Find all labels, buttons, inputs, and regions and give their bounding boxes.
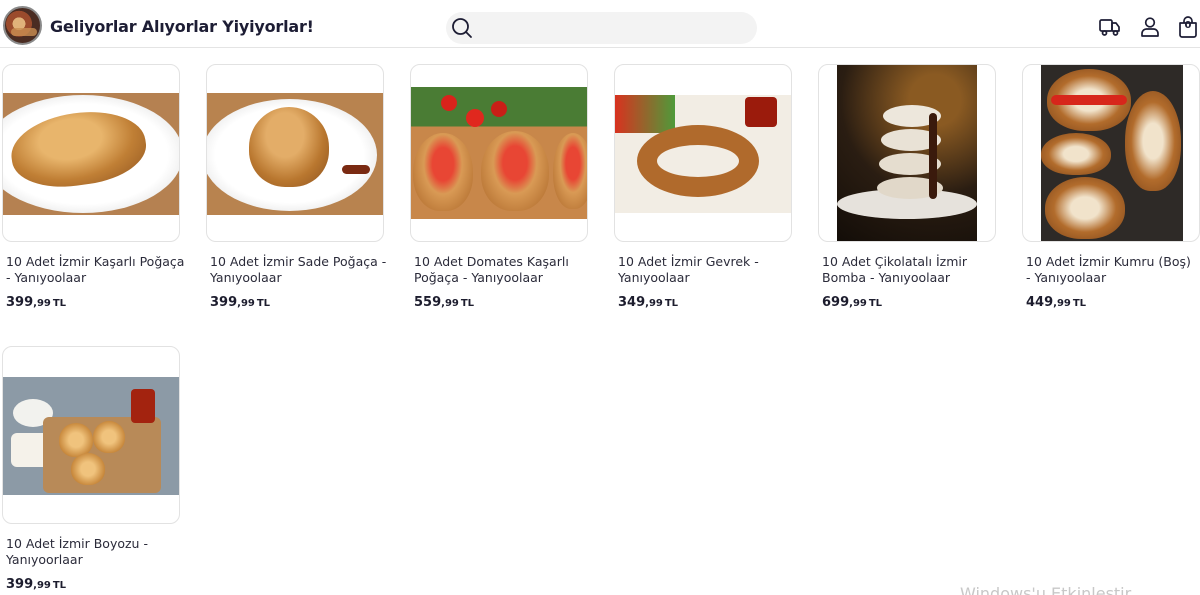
activation-watermark: Windows'u Etkinleştir xyxy=(960,584,1132,595)
product-card-1[interactable] xyxy=(2,64,180,242)
truck-icon[interactable] xyxy=(1098,15,1122,39)
product-image[interactable] xyxy=(837,65,977,241)
search-input[interactable] xyxy=(480,18,748,38)
product-price: 399,99 TL xyxy=(210,295,271,310)
product-name[interactable]: 10 Adet İzmir Boyozu - Yanıyoorlaar xyxy=(6,536,192,568)
product-price: 699,99 TL xyxy=(822,295,883,310)
product-image[interactable] xyxy=(207,93,383,215)
product-card-5[interactable] xyxy=(818,64,996,242)
search-bar[interactable] xyxy=(446,12,757,44)
product-name[interactable]: 10 Adet Domates Kaşarlı Poğaça - Yanıyoo… xyxy=(414,254,600,286)
product-image[interactable] xyxy=(411,87,587,219)
cart-count-badge: 0 xyxy=(1184,20,1192,31)
product-price: 559,99 TL xyxy=(414,295,475,310)
product-price: 449,99 TL xyxy=(1026,295,1087,310)
site-title[interactable]: Geliyorlar Alıyorlar Yiyiyorlar! xyxy=(50,17,314,36)
product-price: 349,99 TL xyxy=(618,295,679,310)
product-card-7[interactable] xyxy=(2,346,180,524)
product-price: 399,99 TL xyxy=(6,577,67,592)
product-card-3[interactable] xyxy=(410,64,588,242)
product-name[interactable]: 10 Adet İzmir Sade Poğaça - Yanıyoolaar xyxy=(210,254,396,286)
product-image[interactable] xyxy=(1041,65,1183,241)
product-name[interactable]: 10 Adet İzmir Gevrek - Yanıyoolaar xyxy=(618,254,804,286)
product-image[interactable] xyxy=(3,93,179,215)
product-image[interactable] xyxy=(615,95,791,213)
product-price: 399,99 TL xyxy=(6,295,67,310)
search-icon[interactable] xyxy=(451,17,473,39)
product-card-6[interactable] xyxy=(1022,64,1200,242)
user-icon[interactable] xyxy=(1138,15,1162,39)
logo[interactable] xyxy=(3,6,42,45)
product-card-2[interactable] xyxy=(206,64,384,242)
product-name[interactable]: 10 Adet Çikolatalı İzmir Bomba - Yanıyoo… xyxy=(822,254,1008,286)
product-image[interactable] xyxy=(3,377,179,495)
top-header: Geliyorlar Alıyorlar Yiyiyorlar! 0 xyxy=(0,0,1200,48)
product-name[interactable]: 10 Adet İzmir Kumru (Boş) - Yanıyoolaar xyxy=(1026,254,1198,286)
product-name[interactable]: 10 Adet İzmir Kaşarlı Poğaça - Yanıyoola… xyxy=(6,254,192,286)
product-card-4[interactable] xyxy=(614,64,792,242)
